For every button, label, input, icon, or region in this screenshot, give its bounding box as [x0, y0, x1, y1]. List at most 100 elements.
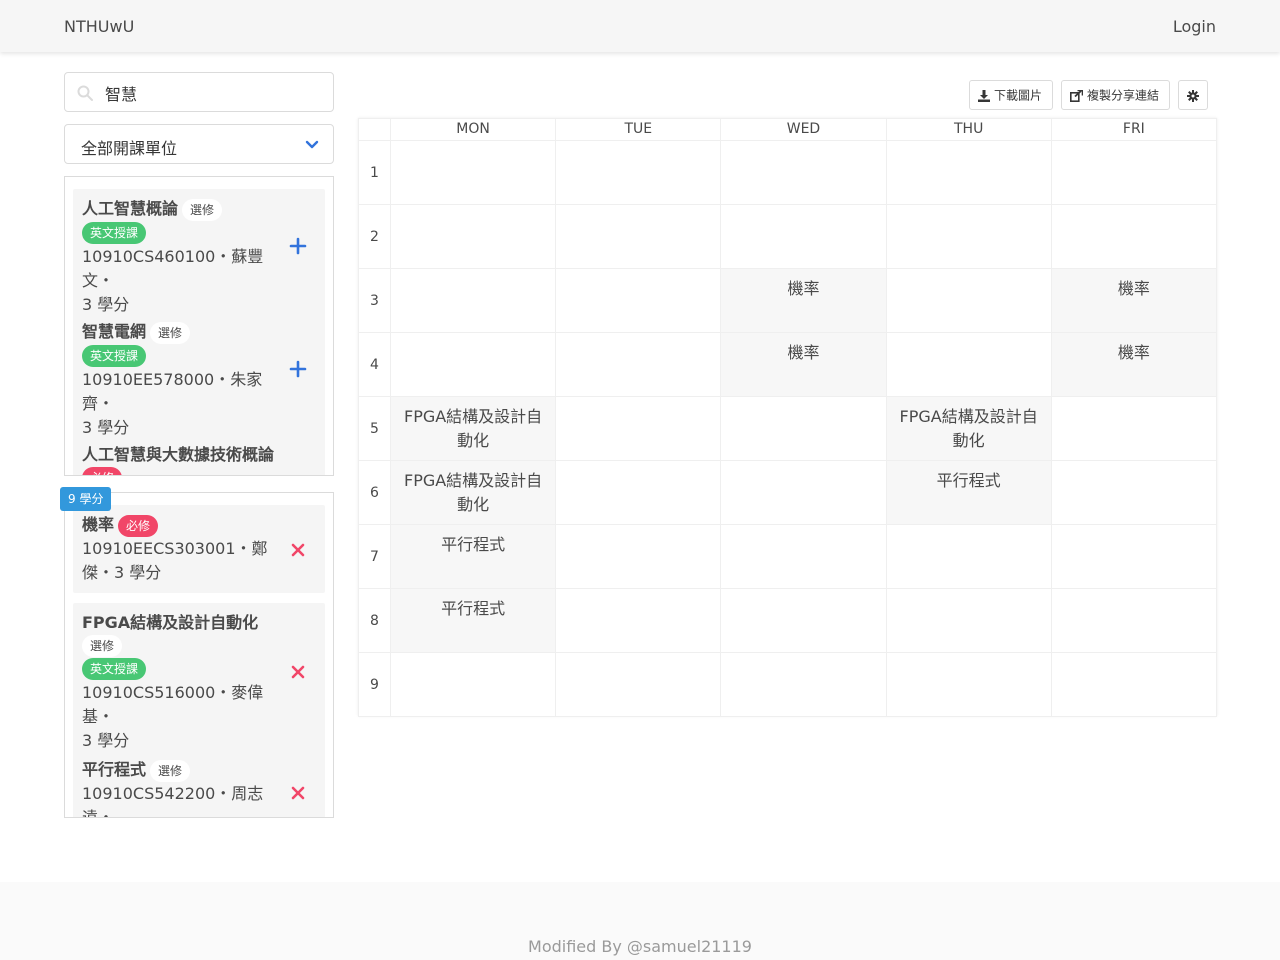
course-card: 智慧電網 選修 英文授課 10910EE578000・朱家齊・ 3 學分	[73, 312, 325, 448]
timetable-cell	[720, 140, 887, 205]
timetable-cell	[389, 332, 557, 397]
course-title: 人工智慧與大數據技術概論	[82, 445, 275, 464]
course-type-tag: 選修	[82, 635, 123, 657]
day-header: THU	[885, 118, 1052, 141]
times-icon[interactable]	[289, 663, 307, 681]
footer: Modified By @samuel21119	[0, 882, 1280, 960]
search-input[interactable]	[105, 81, 325, 105]
timetable-cell	[1050, 204, 1218, 269]
period-number: 3	[358, 268, 391, 333]
total-credits-badge: 9 學分	[60, 487, 112, 511]
course-card: 機率 必修 10910EECS303001・鄭 傑・3 學分	[73, 505, 325, 593]
english-tag: 英文授課	[82, 222, 147, 244]
download-image-label: 下載圖片	[994, 88, 1043, 103]
timetable: MON TUE WED THU FRI 1 2 3 機率 機率 4 機率 機率 …	[358, 118, 1218, 717]
timetable-cell	[1050, 140, 1218, 205]
course-card: 平行程式 選修 10910CS542200・周志遠・	[73, 750, 325, 817]
course-title: 人工智慧概論	[82, 199, 179, 218]
course-info: 10910CS460100・蘇豐文・	[82, 247, 264, 290]
chevron-down-icon	[305, 140, 319, 149]
period-number: 6	[358, 460, 391, 525]
navbar: NTHUwU Login	[0, 0, 1280, 52]
course-title: 機率	[82, 515, 115, 534]
times-icon[interactable]	[289, 784, 307, 802]
course-title: 平行程式	[82, 760, 147, 779]
course-search[interactable]	[64, 72, 334, 112]
brand-logo[interactable]: NTHUwU	[64, 17, 134, 36]
course-type-tag: 選修	[150, 759, 191, 782]
period-number: 9	[358, 652, 391, 717]
plus-icon[interactable]	[289, 237, 307, 255]
timetable-cell	[1050, 460, 1218, 525]
plus-icon[interactable]	[289, 360, 307, 378]
course-credits: 傑・3 學分	[82, 563, 162, 582]
period-number: 1	[358, 140, 391, 205]
day-header: TUE	[555, 118, 722, 141]
timetable-cell	[555, 396, 722, 461]
selected-courses-list[interactable]: 機率 必修 10910EECS303001・鄭 傑・3 學分 FPGA結構及設計自…	[64, 492, 334, 818]
course-type-tag: 選修	[150, 321, 191, 344]
course-type-tag: 選修	[182, 198, 223, 221]
search-icon	[77, 85, 93, 101]
timetable-cell	[720, 204, 887, 269]
copy-share-link-label: 複製分享連結	[1087, 88, 1160, 103]
timetable-cell	[555, 268, 722, 333]
course-info: 10910CS516000・麥偉基・	[82, 683, 264, 726]
day-header: FRI	[1050, 118, 1218, 141]
timetable-course-cell[interactable]: 機率	[1050, 332, 1218, 397]
timetable-course-cell[interactable]: 平行程式	[885, 460, 1052, 525]
timetable-cell	[555, 588, 722, 653]
login-link[interactable]: Login	[1173, 17, 1216, 36]
timetable-course-cell[interactable]: FPGA結構及設計自動化	[885, 396, 1052, 461]
copy-share-link-button[interactable]: 複製分享連結	[1061, 80, 1171, 110]
period-number: 4	[358, 332, 391, 397]
download-icon	[978, 89, 990, 102]
period-number: 7	[358, 524, 391, 589]
settings-button[interactable]	[1178, 80, 1208, 110]
day-header: MON	[389, 118, 557, 141]
timetable-course-cell[interactable]: 平行程式	[389, 588, 557, 653]
day-header: WED	[720, 118, 887, 141]
course-card: 人工智慧與大數據技術概論 必修	[73, 435, 325, 475]
timetable-course-cell[interactable]: 機率	[1050, 268, 1218, 333]
timetable-cell	[720, 588, 887, 653]
period-number: 2	[358, 204, 391, 269]
timetable-course-cell[interactable]: 機率	[720, 268, 887, 333]
timetable-course-cell[interactable]: FPGA結構及設計自動化	[389, 396, 557, 461]
department-select-value: 全部開課單位	[81, 139, 178, 158]
times-icon[interactable]	[289, 541, 307, 559]
timetable-cell	[555, 524, 722, 589]
timetable-cell	[885, 524, 1052, 589]
search-results-list[interactable]: 人工智慧概論 選修 英文授課 10910CS460100・蘇豐文・ 3 學分 智慧…	[64, 176, 334, 476]
timetable-cell	[389, 204, 557, 269]
timetable-cell	[885, 268, 1052, 333]
english-tag: 英文授課	[82, 345, 147, 367]
course-card: FPGA結構及設計自動化 選修 英文授課 10910CS516000・麥偉基・ …	[73, 603, 325, 761]
timetable-cell	[389, 140, 557, 205]
timetable-course-cell[interactable]: 平行程式	[389, 524, 557, 589]
cog-icon	[1187, 89, 1199, 102]
timetable-course-cell[interactable]: FPGA結構及設計自動化	[389, 460, 557, 525]
timetable-cell	[885, 652, 1052, 717]
timetable-cell	[555, 332, 722, 397]
department-select[interactable]: 全部開課單位	[64, 124, 334, 164]
timetable-cell	[720, 460, 887, 525]
period-number: 5	[358, 396, 391, 461]
timetable-cell	[389, 268, 557, 333]
timetable-cell	[885, 588, 1052, 653]
timetable-cell	[885, 204, 1052, 269]
english-tag: 英文授課	[82, 658, 147, 680]
download-image-button[interactable]: 下載圖片	[969, 80, 1054, 110]
footer-credit: Modified By @samuel21119	[528, 937, 752, 956]
timetable-cell	[720, 652, 887, 717]
period-header	[358, 118, 391, 141]
timetable-cell	[555, 460, 722, 525]
period-number: 8	[358, 588, 391, 653]
course-title: 智慧電網	[82, 322, 147, 341]
share-icon	[1070, 89, 1083, 102]
timetable-cell	[389, 652, 557, 717]
course-title: FPGA結構及設計自動化	[82, 613, 259, 632]
timetable-cell	[1050, 396, 1218, 461]
timetable-course-cell[interactable]: 機率	[720, 332, 887, 397]
timetable-cell	[720, 396, 887, 461]
